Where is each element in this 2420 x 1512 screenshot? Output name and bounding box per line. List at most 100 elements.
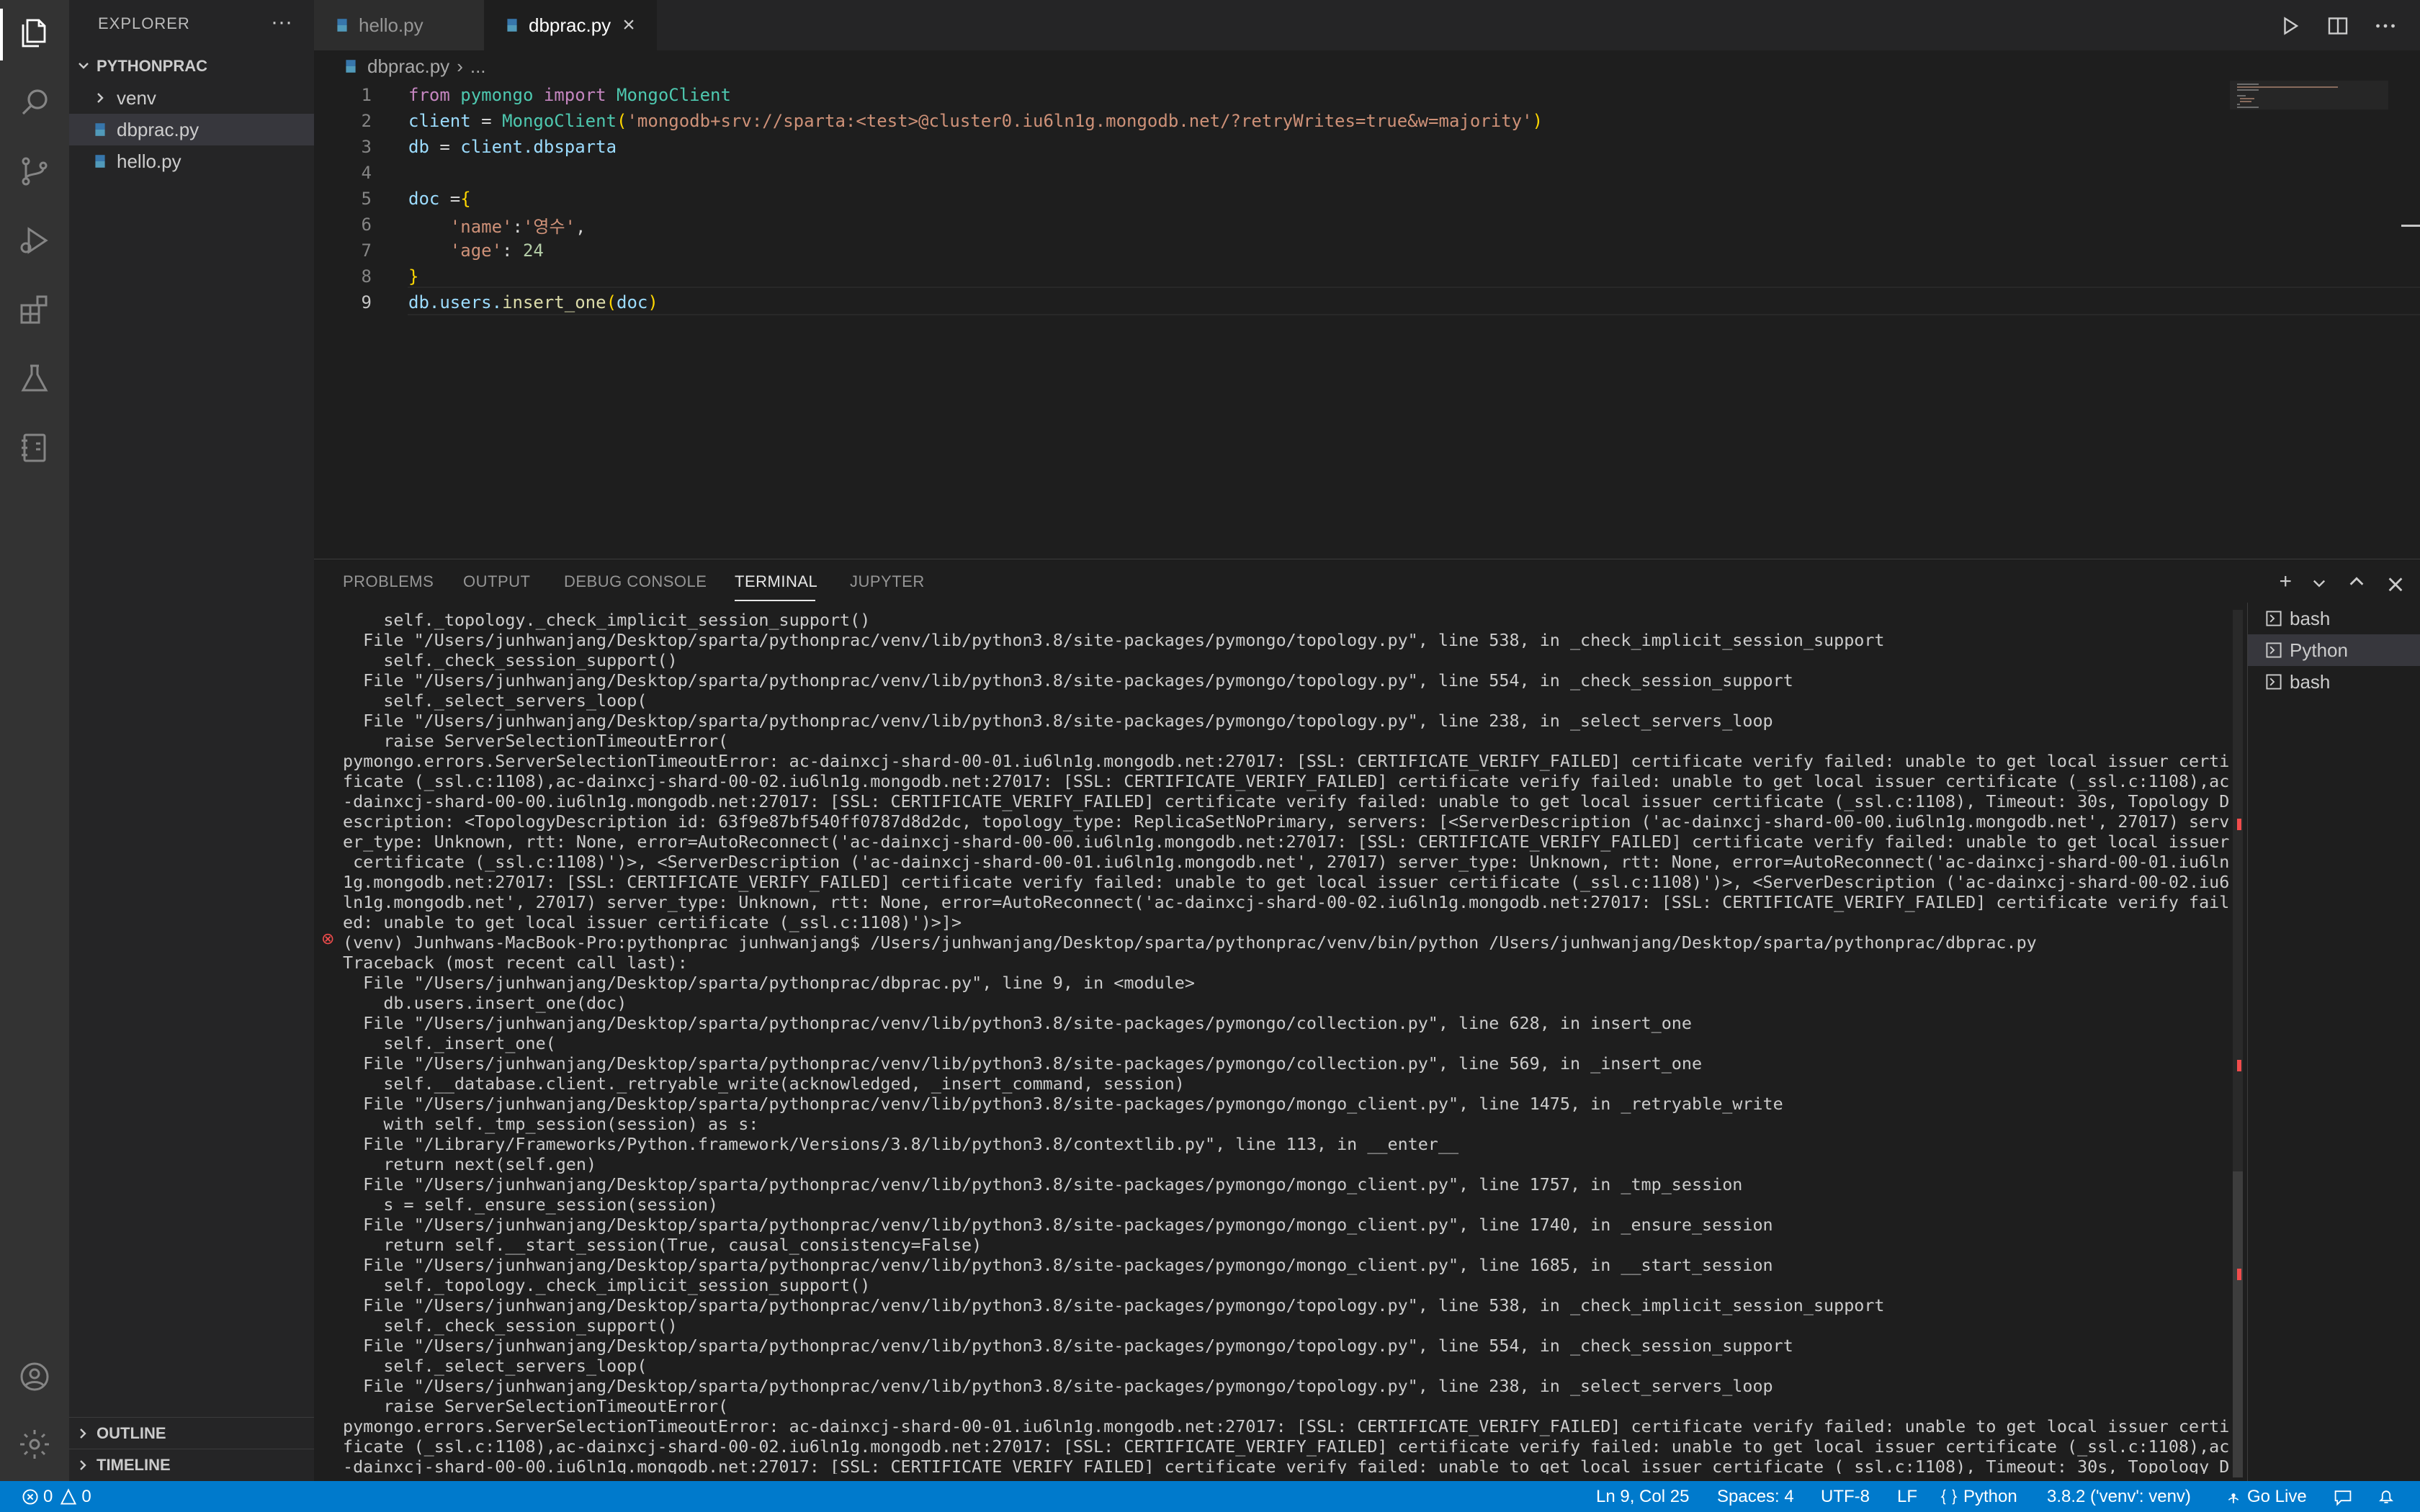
minimap[interactable]	[2230, 81, 2388, 556]
breadcrumb-separator: ›	[457, 55, 463, 77]
terminal-line: File "/Users/junhwanjang/Desktop/sparta/…	[343, 1336, 1793, 1356]
run-icon[interactable]	[2277, 13, 2303, 39]
account-icon[interactable]	[17, 1359, 52, 1394]
tab-label: hello.py	[359, 14, 424, 36]
tab-jupyter[interactable]: JUPYTER	[850, 572, 925, 591]
notifications-bell-icon[interactable]	[2377, 1481, 2396, 1512]
more-actions-icon[interactable]	[2372, 13, 2398, 39]
string-literal: 'age'	[449, 240, 503, 261]
tree-item-dbprac[interactable]: dbprac.py	[69, 114, 314, 145]
terminal-output[interactable]: self._topology._check_implicit_session_s…	[343, 610, 2244, 1474]
keyword: from	[408, 85, 450, 105]
terminal-line: self.__database.client._retryable_write(…	[343, 1074, 1185, 1094]
terminal-line: File "/Users/junhwanjang/Desktop/sparta/…	[343, 1174, 1743, 1194]
terminal-line: File "/Users/junhwanjang/Desktop/sparta/…	[343, 1376, 1773, 1396]
terminal-line: ficate (_ssl.c:1108),ac-dainxcj-shard-00…	[343, 1436, 2230, 1457]
tab-hello-py[interactable]: hello.py	[314, 0, 484, 50]
tab-debug-console[interactable]: DEBUG CONSOLE	[564, 572, 707, 591]
search-icon[interactable]	[17, 85, 52, 120]
indentation[interactable]: Spaces: 4	[1717, 1481, 1794, 1512]
problems-status[interactable]: 0 0	[22, 1481, 91, 1512]
terminal-line: (venv) Junhwans-MacBook-Pro:pythonprac j…	[343, 932, 2037, 953]
run-debug-icon[interactable]	[17, 223, 52, 258]
tab-terminal[interactable]: TERMINAL	[735, 572, 817, 591]
operator: =	[470, 111, 503, 131]
source-control-icon[interactable]	[17, 154, 52, 189]
attribute: .dbsparta	[522, 137, 617, 157]
line-number: 5	[361, 189, 372, 209]
terminal-line: File "/Users/junhwanjang/Desktop/sparta/…	[343, 1295, 1885, 1315]
terminal-line: File "/Users/junhwanjang/Desktop/sparta/…	[343, 1053, 1703, 1074]
go-live-label: Go Live	[2247, 1486, 2307, 1506]
activity-bar	[0, 0, 69, 1481]
function-name: insert_one	[502, 292, 606, 312]
python-interpreter[interactable]: 3.8.2 ('venv': venv)	[2047, 1481, 2191, 1512]
terminal-line: File "/Users/junhwanjang/Desktop/sparta/…	[343, 973, 1195, 993]
new-terminal-icon[interactable]: +	[2279, 570, 2292, 595]
breadcrumb-more[interactable]: ...	[470, 55, 486, 78]
variable: db	[408, 292, 429, 312]
terminal-line: ed: unable to get local issuer certifica…	[343, 912, 962, 932]
split-editor-icon[interactable]	[2325, 13, 2351, 39]
terminal-line: File "/Users/junhwanjang/Desktop/sparta/…	[343, 711, 1773, 731]
current-line-highlight	[408, 287, 2420, 315]
module-name: pymongo	[460, 85, 534, 105]
terminal-line: -dainxcj-shard-00-00.iu6ln1g.mongodb.net…	[343, 791, 2230, 811]
code-editor[interactable]: 1 from pymongo import MongoClient 2 clie…	[314, 81, 2420, 556]
end-of-line[interactable]: LF	[1897, 1481, 1917, 1512]
terminal-line: File "/Users/junhwanjang/Desktop/sparta/…	[343, 1215, 1773, 1235]
terminal-icon	[2266, 642, 2282, 658]
terminal-line: self._check_session_support()	[343, 1315, 678, 1336]
outline-section[interactable]: OUTLINE	[69, 1417, 314, 1449]
tab-output[interactable]: OUTPUT	[463, 572, 530, 591]
tab-problems[interactable]: PROBLEMS	[343, 572, 434, 591]
project-folder[interactable]: PYTHONPRAC	[69, 50, 314, 82]
notebook-icon[interactable]	[17, 431, 52, 465]
close-panel-icon[interactable]	[2385, 570, 2406, 595]
terminal-item-bash[interactable]: bash	[2248, 603, 2420, 634]
outline-label: OUTLINE	[97, 1424, 166, 1442]
code-line-5: 5 doc ={	[314, 186, 471, 212]
terminal-line: File "/Users/junhwanjang/Desktop/sparta/…	[343, 630, 1885, 650]
testing-icon[interactable]	[17, 361, 52, 396]
feedback-icon[interactable]	[2334, 1481, 2352, 1512]
terminal-item-python[interactable]: Python	[2248, 634, 2420, 666]
terminal-line: self._select_servers_loop(	[343, 690, 647, 711]
terminal-line: File "/Library/Frameworks/Python.framewo…	[343, 1134, 1459, 1154]
operator: :	[502, 240, 523, 261]
settings-gear-icon[interactable]	[17, 1427, 52, 1462]
tree-item-label: dbprac.py	[117, 118, 200, 140]
maximize-panel-icon[interactable]	[2347, 570, 2367, 595]
extensions-icon[interactable]	[17, 292, 52, 327]
terminal-item-bash[interactable]: bash	[2248, 666, 2420, 698]
code-line-3: 3 db = client.dbsparta	[314, 134, 617, 160]
close-icon[interactable]: ×	[622, 13, 635, 37]
language-mode[interactable]: Python	[1940, 1481, 2017, 1512]
tree-item-hello[interactable]: hello.py	[69, 145, 314, 177]
tab-dbprac-py[interactable]: dbprac.py ×	[484, 0, 657, 50]
bracket: )	[1532, 111, 1543, 131]
operator: :	[512, 216, 523, 237]
error-count: 0	[43, 1486, 53, 1506]
chevron-right-icon	[97, 93, 104, 103]
variable: client	[408, 111, 471, 131]
encoding[interactable]: UTF-8	[1821, 1481, 1870, 1512]
more-actions-icon[interactable]: ···	[271, 10, 292, 35]
active-tab-indicator	[735, 600, 815, 601]
tree-item-venv[interactable]: venv	[69, 82, 314, 114]
breadcrumb-file[interactable]: dbprac.py	[367, 55, 449, 78]
terminal-line: pymongo.errors.ServerSelectionTimeoutErr…	[343, 1416, 2230, 1436]
chevron-down-icon[interactable]	[2311, 570, 2328, 595]
terminal-scrollbar[interactable]	[2233, 610, 2243, 1477]
overview-ruler-cursor	[2401, 225, 2420, 227]
explorer-sidebar: EXPLORER ··· PYTHONPRAC venv dbprac.py h…	[69, 0, 314, 1481]
terminal-line: with self._tmp_session(session) as s:	[343, 1114, 759, 1134]
scroll-thumb[interactable]	[2233, 1171, 2243, 1477]
terminal-line: File "/Users/junhwanjang/Desktop/sparta/…	[343, 670, 1793, 690]
chevron-right-icon	[80, 1428, 86, 1439]
chevron-right-icon	[80, 1460, 86, 1470]
timeline-section[interactable]: TIMELINE	[69, 1449, 314, 1481]
go-live-button[interactable]: Go Live	[2226, 1481, 2307, 1512]
explorer-icon[interactable]	[17, 16, 52, 50]
cursor-position[interactable]: Ln 9, Col 25	[1596, 1481, 1689, 1512]
